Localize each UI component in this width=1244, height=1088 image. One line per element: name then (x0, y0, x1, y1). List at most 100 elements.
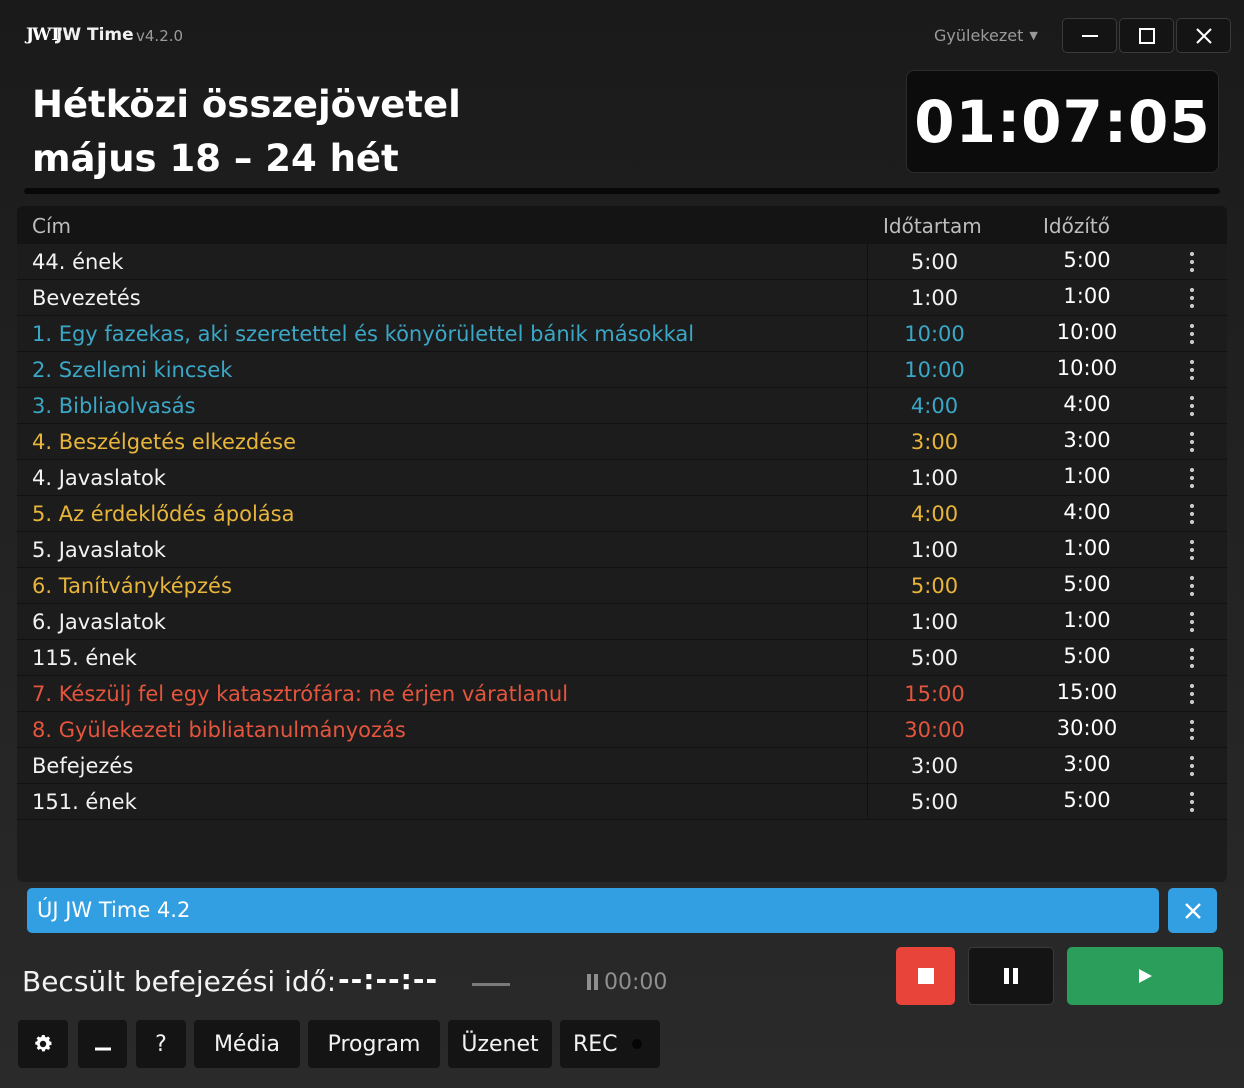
row-timer[interactable]: 15:00 (1020, 680, 1154, 704)
row-menu-kebab-icon[interactable] (1185, 360, 1199, 380)
row-timer[interactable]: 4:00 (1020, 392, 1154, 416)
eta-label: Becsült befejezési idő: (22, 965, 337, 998)
row-timer[interactable]: 4:00 (1020, 500, 1154, 524)
row-timer[interactable]: 5:00 (1020, 644, 1154, 668)
table-row[interactable]: Befejezés 3:00 3:00 (17, 748, 1227, 784)
row-timer[interactable]: 3:00 (1020, 428, 1154, 452)
row-menu-kebab-icon[interactable] (1185, 288, 1199, 308)
meeting-title-line2: május 18 – 24 hét (32, 137, 399, 180)
column-header-timer: Időzítő (1043, 214, 1110, 238)
gear-icon (35, 1035, 52, 1052)
app-version: v4.2.0 (136, 27, 184, 45)
row-duration: 10:00 (867, 316, 1001, 352)
row-menu-kebab-icon[interactable] (1185, 432, 1199, 452)
table-row[interactable]: 6. Javaslatok 1:00 1:00 (17, 604, 1227, 640)
pause-icon (587, 974, 598, 990)
row-menu-kebab-icon[interactable] (1185, 648, 1199, 668)
stop-button[interactable] (896, 947, 955, 1005)
row-menu-kebab-icon[interactable] (1185, 756, 1199, 776)
table-row[interactable]: 5. Az érdeklődés ápolása 4:00 4:00 (17, 496, 1227, 532)
row-menu-kebab-icon[interactable] (1185, 720, 1199, 740)
row-menu-kebab-icon[interactable] (1185, 396, 1199, 416)
table-body: 44. ének 5:00 5:00 Bevezetés 1:00 1:00 1. Egy … (17, 244, 1227, 820)
table-row[interactable]: 115. ének 5:00 5:00 (17, 640, 1227, 676)
row-title: Bevezetés (32, 286, 141, 310)
table-row[interactable]: 8. Gyülekezeti bibliatanulmányozás 30:00 3… (17, 712, 1227, 748)
paused-time-indicator: 00:00 (586, 970, 667, 995)
compact-mode-button[interactable] (78, 1020, 127, 1068)
row-duration: 1:00 (867, 280, 1001, 316)
row-menu-kebab-icon[interactable] (1185, 684, 1199, 704)
table-row[interactable]: 7. Készülj fel egy katasztrófára: ne érj… (17, 676, 1227, 712)
clock-time: 01:07:05 (914, 87, 1211, 156)
row-timer[interactable]: 1:00 (1020, 284, 1154, 308)
table-row[interactable]: 1. Egy fazekas, aki szeretettel és könyö… (17, 316, 1227, 352)
row-menu-kebab-icon[interactable] (1185, 792, 1199, 812)
row-title: 5. Javaslatok (32, 538, 166, 562)
table-row[interactable]: 5. Javaslatok 1:00 1:00 (17, 532, 1227, 568)
table-row[interactable]: 151. ének 5:00 5:00 (17, 784, 1227, 820)
row-menu-kebab-icon[interactable] (1185, 576, 1199, 596)
row-duration: 1:00 (867, 532, 1001, 568)
minimize-icon (94, 1047, 111, 1051)
row-title: Befejezés (32, 754, 134, 778)
congregation-dropdown[interactable]: Gyülekezet ▼ (934, 26, 1038, 45)
play-button[interactable] (1067, 947, 1223, 1005)
table-row[interactable]: 6. Tanítványképzés 5:00 5:00 (17, 568, 1227, 604)
row-timer[interactable]: 10:00 (1020, 320, 1154, 344)
close-icon (1184, 902, 1201, 919)
row-timer[interactable]: 5:00 (1020, 248, 1154, 272)
row-menu-kebab-icon[interactable] (1185, 324, 1199, 344)
table-row[interactable]: 2. Szellemi kincsek 10:00 10:00 (17, 352, 1227, 388)
pause-button[interactable] (968, 947, 1054, 1005)
row-timer[interactable]: 1:00 (1020, 464, 1154, 488)
play-icon (1139, 969, 1152, 983)
row-duration: 3:00 (867, 424, 1001, 460)
row-title: 8. Gyülekezeti bibliatanulmányozás (32, 718, 406, 742)
row-timer[interactable]: 1:00 (1020, 608, 1154, 632)
stop-icon (917, 968, 934, 984)
record-indicator-icon (631, 1039, 642, 1049)
column-header-title: Cím (32, 214, 72, 238)
media-button[interactable]: Média (194, 1020, 300, 1068)
row-timer[interactable]: 5:00 (1020, 572, 1154, 596)
paused-time: 00:00 (604, 970, 668, 995)
row-menu-kebab-icon[interactable] (1185, 540, 1199, 560)
table-header: Cím Időtartam Időzítő (17, 206, 1227, 244)
app-logo: JWT (26, 25, 62, 45)
row-title: 6. Javaslatok (32, 610, 166, 634)
row-title: 5. Az érdeklődés ápolása (32, 502, 295, 526)
table-row[interactable]: 44. ének 5:00 5:00 (17, 244, 1227, 280)
table-row[interactable]: 4. Javaslatok 1:00 1:00 (17, 460, 1227, 496)
row-timer[interactable]: 5:00 (1020, 788, 1154, 812)
row-timer[interactable]: 1:00 (1020, 536, 1154, 560)
program-label: Program (327, 1031, 421, 1057)
table-row[interactable]: 3. Bibliaolvasás 4:00 4:00 (17, 388, 1227, 424)
window-maximize-button[interactable] (1119, 18, 1174, 53)
program-button[interactable]: Program (308, 1020, 440, 1068)
window-close-button[interactable] (1176, 18, 1231, 53)
row-menu-kebab-icon[interactable] (1185, 468, 1199, 488)
row-duration: 3:00 (867, 748, 1001, 784)
row-menu-kebab-icon[interactable] (1185, 252, 1199, 272)
table-row[interactable]: Bevezetés 1:00 1:00 (17, 280, 1227, 316)
meeting-progress-bar (24, 188, 1220, 194)
row-title: 44. ének (32, 250, 124, 274)
table-row[interactable]: 4. Beszélgetés elkezdése 3:00 3:00 (17, 424, 1227, 460)
message-button[interactable]: Üzenet (448, 1020, 552, 1068)
row-menu-kebab-icon[interactable] (1185, 612, 1199, 632)
row-menu-kebab-icon[interactable] (1185, 504, 1199, 524)
notice-text: ÚJ JW Time 4.2 (37, 898, 191, 922)
notice-close-button[interactable] (1168, 888, 1217, 933)
settings-button[interactable] (18, 1020, 68, 1068)
row-timer[interactable]: 10:00 (1020, 356, 1154, 380)
row-title: 4. Beszélgetés elkezdése (32, 430, 296, 454)
notice-banner[interactable]: ÚJ JW Time 4.2 (27, 888, 1159, 933)
meeting-title-line1: Hétközi összejövetel (32, 83, 461, 126)
program-table: Cím Időtartam Időzítő 44. ének 5:00 5:00 Be… (17, 206, 1227, 882)
row-timer[interactable]: 3:00 (1020, 752, 1154, 776)
row-timer[interactable]: 30:00 (1020, 716, 1154, 740)
help-button[interactable]: ? (136, 1020, 186, 1068)
window-minimize-button[interactable] (1062, 18, 1117, 53)
record-button[interactable]: REC (560, 1020, 660, 1068)
